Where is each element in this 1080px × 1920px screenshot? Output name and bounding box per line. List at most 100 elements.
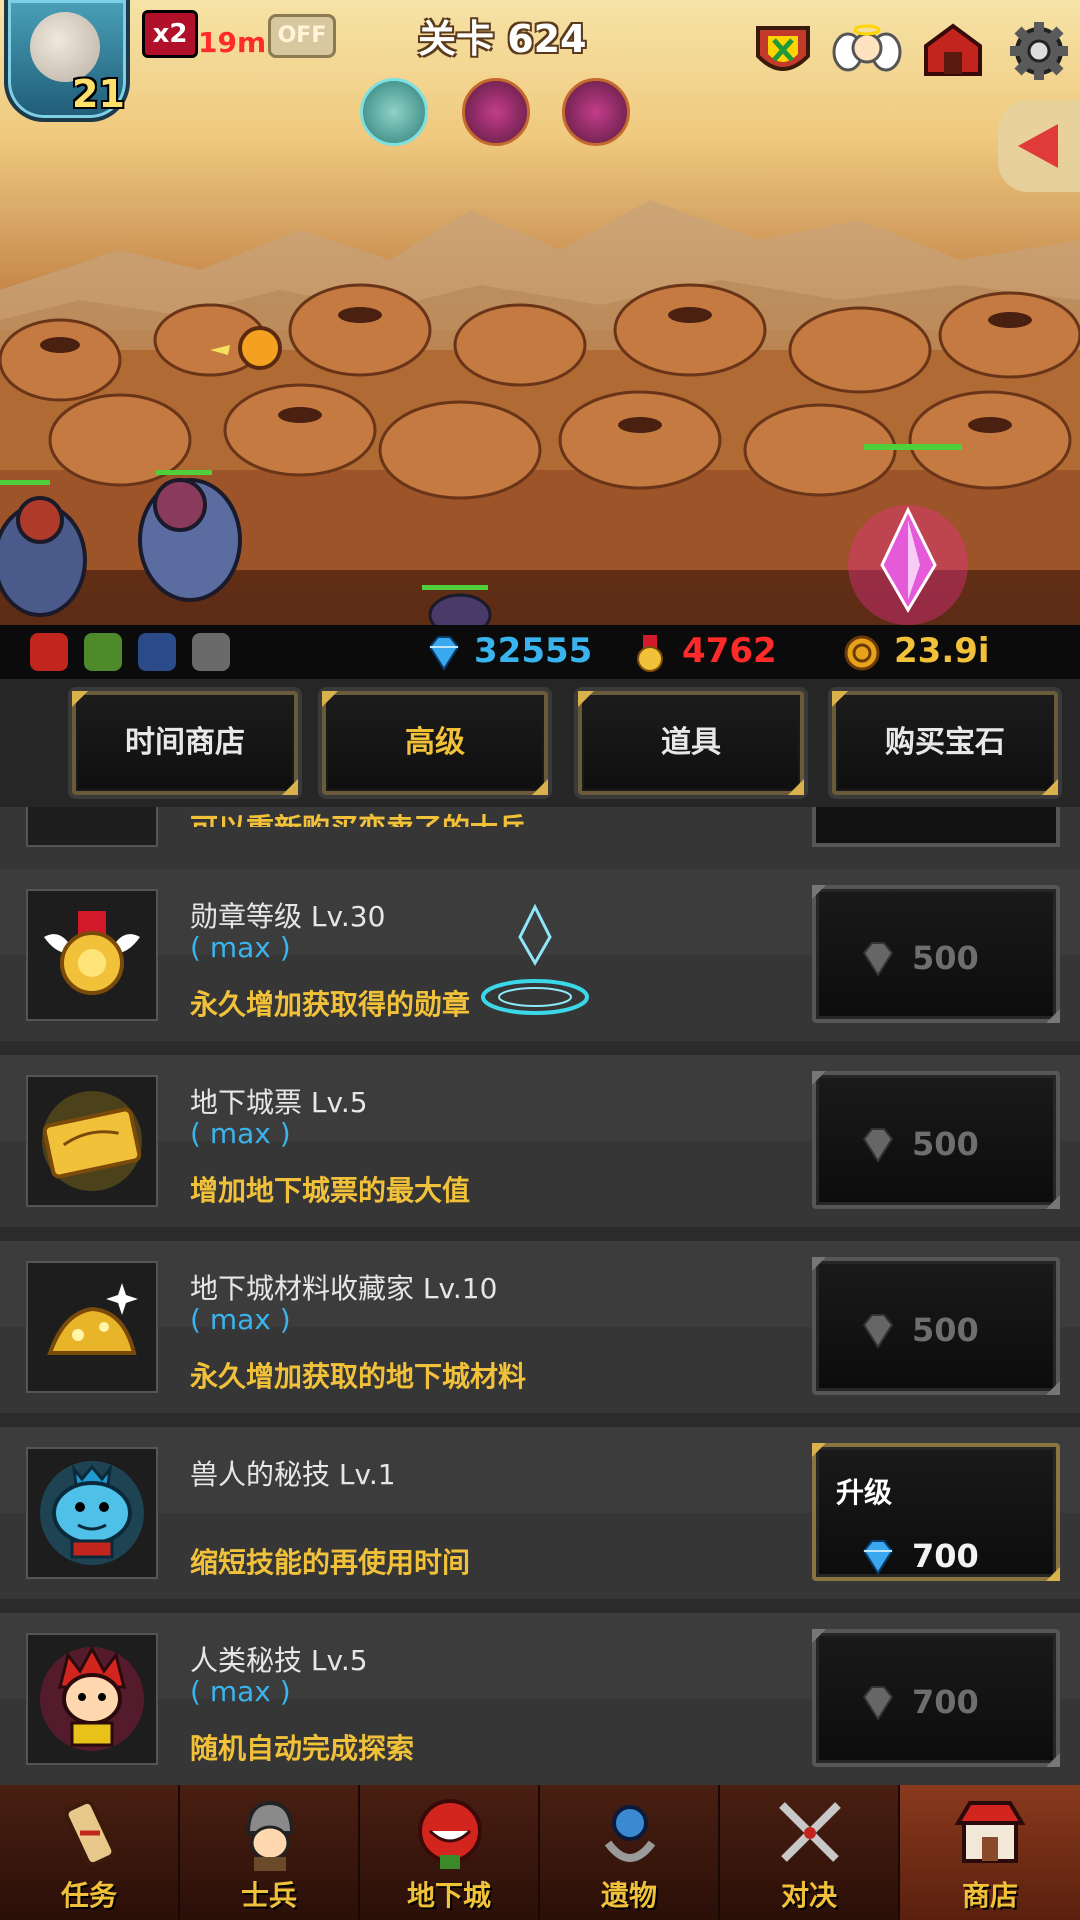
- tab-buy-gems[interactable]: 购买宝石: [832, 691, 1058, 795]
- shop-icon: [954, 1801, 1026, 1863]
- nav-label: 任务: [60, 1879, 117, 1912]
- battle-background: [0, 200, 1080, 625]
- speed-time-remaining: 19m: [198, 26, 267, 59]
- orc-icon: [26, 1447, 158, 1579]
- dungeon-icon: [418, 1799, 482, 1869]
- shop-item-list[interactable]: 可以重新购买变卖了的士兵 勋章等级 Lv.30 ( max ) 永久增加获取得的…: [0, 807, 1080, 1785]
- item-max-label: ( max ): [190, 1675, 291, 1708]
- item-name: 地下城票 Lv.5: [190, 1086, 368, 1119]
- item-desc: 永久增加获取的地下城材料: [190, 1360, 527, 1393]
- stage-title: 关卡 624: [418, 17, 587, 61]
- hero-mini-icon-2[interactable]: [84, 633, 122, 671]
- item-name: 勋章等级 Lv.30: [190, 900, 386, 933]
- medal-icon: [637, 635, 663, 672]
- human-icon: [26, 1633, 158, 1765]
- tab-time-shop[interactable]: 时间商店: [72, 691, 298, 795]
- medal-upgrade-icon: [26, 889, 158, 1021]
- collapse-arrow-icon: [1018, 124, 1058, 168]
- hero-level: 21: [72, 72, 125, 116]
- item-name: 兽人的秘技 Lv.1: [190, 1458, 396, 1491]
- list-item-partial: 可以重新购买变卖了的士兵: [0, 807, 1080, 871]
- gem-icon: [862, 1128, 894, 1163]
- tab-label: 高级: [405, 725, 465, 760]
- item-desc: 缩短技能的再使用时间: [190, 1546, 471, 1579]
- item-thumb: [26, 807, 158, 847]
- material-pile-icon: [26, 1261, 158, 1393]
- gem-count: 32555: [474, 631, 593, 671]
- price-button-disabled[interactable]: 500: [812, 1257, 1060, 1395]
- hero-mini-icon-4[interactable]: [192, 633, 230, 671]
- item-max-label: ( max ): [190, 1117, 291, 1150]
- boss-icon-later[interactable]: [562, 78, 630, 146]
- gem-icon: [862, 1540, 894, 1575]
- medal-count: 4762: [682, 631, 777, 671]
- item-desc: 增加地下城票的最大值: [190, 1174, 471, 1207]
- tab-label: 时间商店: [125, 725, 245, 760]
- nav-label: 士兵: [240, 1879, 297, 1912]
- nav-dungeon[interactable]: 地下城: [360, 1785, 540, 1920]
- gem-icon: [862, 1314, 894, 1349]
- price-button-disabled[interactable]: 500: [812, 885, 1060, 1023]
- settings-gear-icon[interactable]: [1004, 16, 1074, 86]
- bottom-nav: 任务 士兵 地下城 遗物 对决 商店: [0, 1785, 1080, 1920]
- nav-quests[interactable]: 任务: [0, 1785, 180, 1920]
- price-value: 500: [912, 1311, 979, 1349]
- hero-mini-icon-1[interactable]: [30, 633, 68, 671]
- dungeon-ticket-icon: [26, 1075, 158, 1207]
- list-item: 兽人的秘技 Lv.1 缩短技能的再使用时间 升级 700: [0, 1427, 1080, 1599]
- side-panel-toggle[interactable]: [998, 100, 1080, 192]
- boss-icon-current[interactable]: [360, 78, 428, 146]
- hero-mini-icon-3[interactable]: [138, 633, 176, 671]
- scroll-icon: [64, 1799, 116, 1867]
- item-desc: 可以重新购买变卖了的士兵: [190, 807, 526, 827]
- crystal-cursor-icon: [481, 903, 589, 1015]
- tab-items[interactable]: 道具: [578, 691, 804, 795]
- battle-scene: 21 x2 19m OFF 关卡 624: [0, 0, 1080, 625]
- angel-icon[interactable]: [832, 16, 902, 86]
- tab-label: 购买宝石: [885, 725, 1005, 760]
- gold-coin-icon: [844, 635, 880, 671]
- nav-duel[interactable]: 对决: [720, 1785, 900, 1920]
- speed-multiplier: x2: [152, 19, 188, 49]
- gem-icon: [428, 636, 460, 671]
- nav-relics[interactable]: 遗物: [540, 1785, 720, 1920]
- resource-bar: 32555 4762 23.9i: [0, 625, 1080, 679]
- speed-boost-button[interactable]: x2: [142, 10, 198, 58]
- tab-label: 道具: [661, 725, 721, 760]
- item-name: 人类秘技 Lv.5: [190, 1644, 368, 1677]
- item-name: 地下城材料收藏家 Lv.10: [190, 1272, 498, 1305]
- tab-premium[interactable]: 高级: [322, 691, 548, 795]
- soldier-icon: [245, 1800, 295, 1871]
- item-max-label: ( max ): [190, 931, 291, 964]
- item-max-label: ( max ): [190, 1303, 291, 1336]
- mailbox-icon[interactable]: [918, 16, 988, 86]
- gem-icon: [862, 1686, 894, 1721]
- list-item: 人类秘技 Lv.5 ( max ) 随机自动完成探索 700: [0, 1613, 1080, 1785]
- upgrade-label: 升级: [836, 1476, 893, 1509]
- nav-soldiers[interactable]: 士兵: [180, 1785, 360, 1920]
- guild-shield-icon[interactable]: [748, 16, 818, 86]
- list-item: 地下城票 Lv.5 ( max ) 增加地下城票的最大值 500: [0, 1055, 1080, 1227]
- price-value: 500: [912, 939, 979, 977]
- price-value: 500: [912, 1125, 979, 1163]
- crossed-swords-icon: [779, 1802, 841, 1862]
- gem-icon: [862, 942, 894, 977]
- auto-toggle-button[interactable]: OFF: [268, 14, 336, 58]
- price-value: 700: [912, 1537, 979, 1575]
- price-button-disabled[interactable]: 500: [812, 1071, 1060, 1209]
- boss-icon-next[interactable]: [462, 78, 530, 146]
- shop-tab-bar: 时间商店 高级 道具 购买宝石: [0, 679, 1080, 807]
- price-value: 700: [912, 1683, 979, 1721]
- item-desc: 随机自动完成探索: [190, 1732, 415, 1765]
- price-button-disabled[interactable]: 700: [812, 1629, 1060, 1767]
- nav-shop[interactable]: 商店: [900, 1785, 1080, 1920]
- nav-label: 遗物: [600, 1879, 657, 1912]
- price-button-partial[interactable]: [812, 807, 1060, 847]
- gold-count: 23.9i: [894, 631, 990, 671]
- upgrade-button[interactable]: 升级 700: [812, 1443, 1060, 1581]
- nav-label: 对决: [780, 1879, 837, 1912]
- list-item: 地下城材料收藏家 Lv.10 ( max ) 永久增加获取的地下城材料 500: [0, 1241, 1080, 1413]
- item-desc: 永久增加获取得的勋章: [190, 988, 471, 1021]
- relic-icon: [604, 1805, 656, 1862]
- nav-label: 地下城: [406, 1879, 491, 1912]
